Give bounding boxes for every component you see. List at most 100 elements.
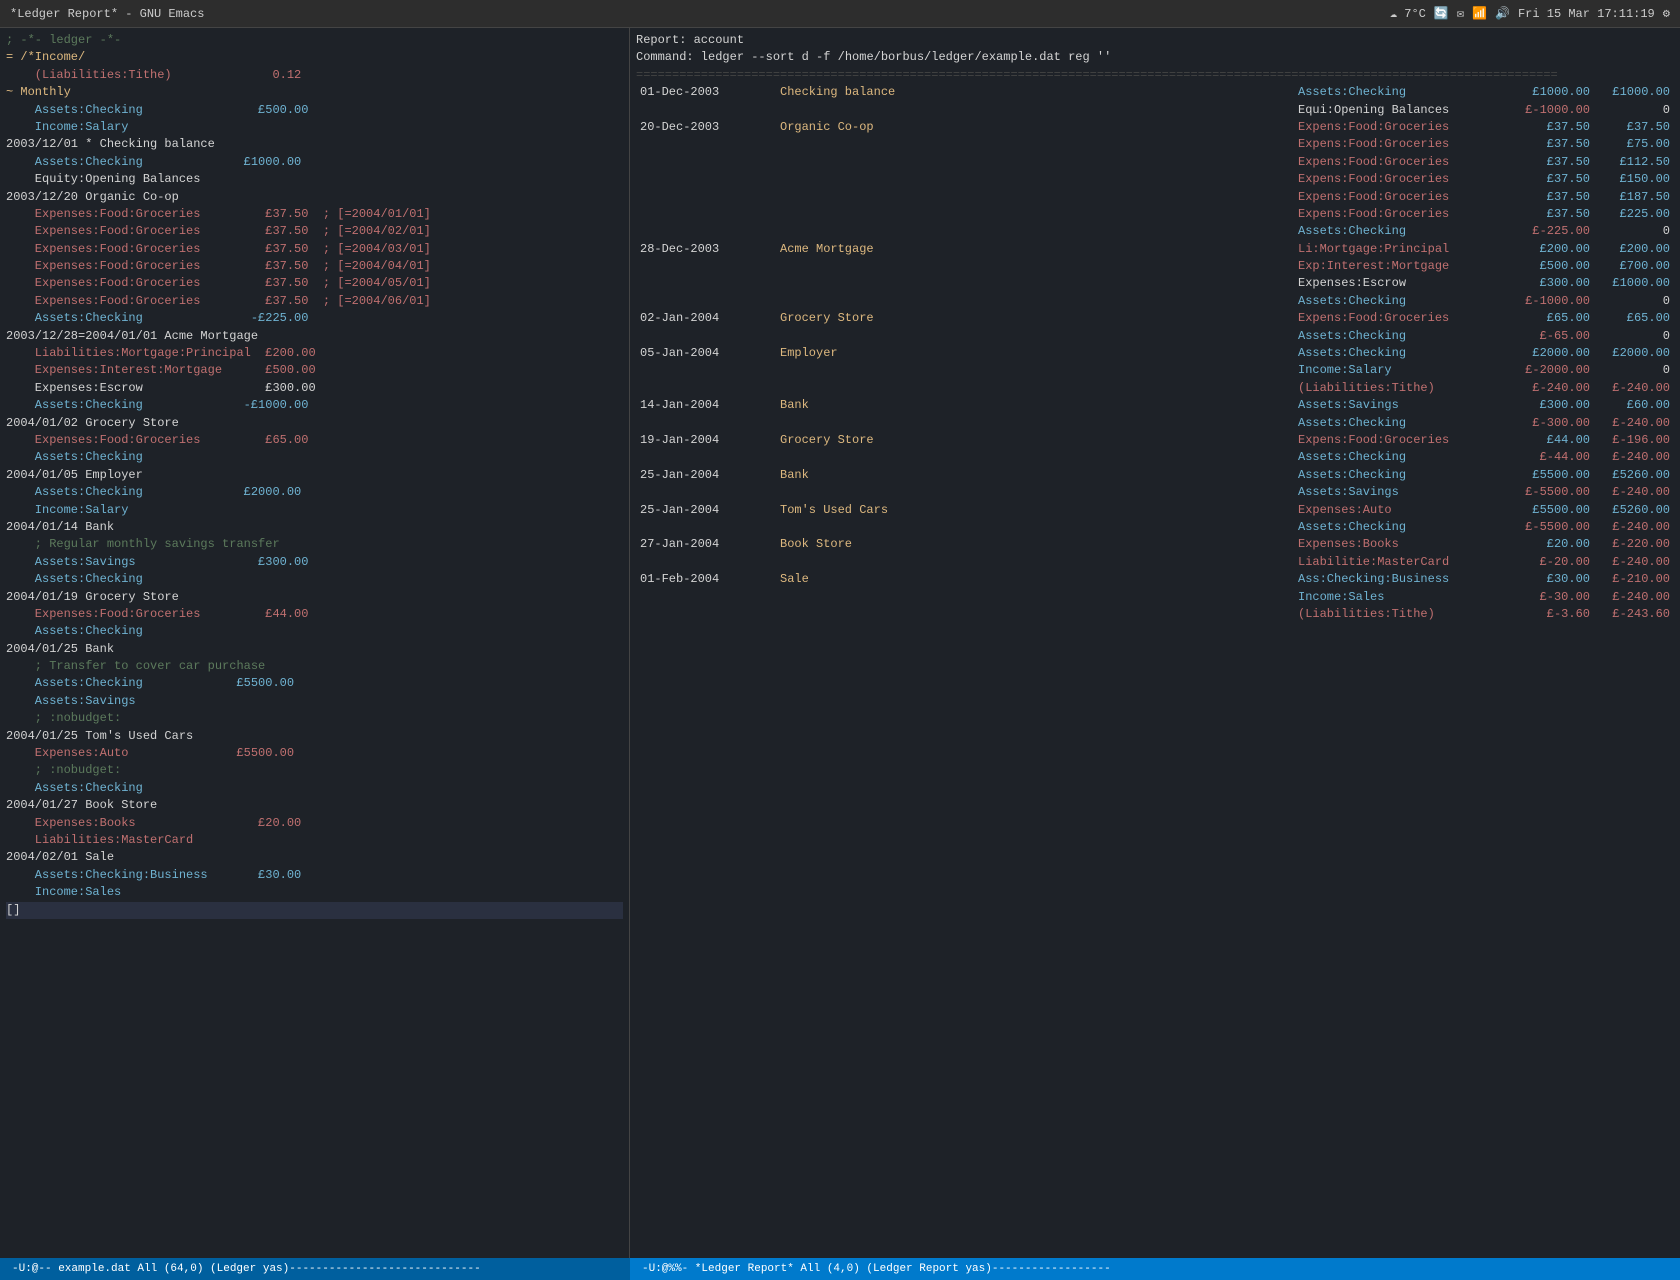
table-row: 01-Dec-2003Checking balanceAssets:Checki…	[636, 84, 1674, 101]
row-account: Assets:Checking	[1294, 415, 1514, 432]
row-amount: £-1000.00	[1514, 102, 1594, 119]
table-row: Liabilitie:MasterCard£-20.00£-240.00	[636, 554, 1674, 571]
editor-line: 2004/01/02 Grocery Store	[6, 415, 623, 432]
row-date	[636, 589, 776, 606]
editor-line: (Liabilities:Tithe) 0.12	[6, 67, 623, 84]
row-amount: £37.50	[1514, 136, 1594, 153]
row-name: Employer	[776, 345, 1294, 362]
row-date: 02-Jan-2004	[636, 310, 776, 327]
row-date	[636, 102, 776, 119]
row-amount: £-300.00	[1514, 415, 1594, 432]
row-account: Expens:Food:Groceries	[1294, 171, 1514, 188]
titlebar-right: ☁ 7°C 🔄 ✉ 📶 🔊 Fri 15 Mar 17:11:19 ⚙	[1390, 6, 1670, 21]
editor-line: Expenses:Food:Groceries £37.50 ; [=2004/…	[6, 206, 623, 223]
row-total: £-240.00	[1594, 415, 1674, 432]
editor-line: []	[6, 902, 623, 919]
row-account: Assets:Checking	[1294, 223, 1514, 240]
row-name: Sale	[776, 571, 1294, 588]
row-account: Expens:Food:Groceries	[1294, 119, 1514, 136]
row-date	[636, 206, 776, 223]
row-account: Expens:Food:Groceries	[1294, 136, 1514, 153]
row-total: £37.50	[1594, 119, 1674, 136]
table-row: (Liabilities:Tithe)£-240.00£-240.00	[636, 380, 1674, 397]
editor-line: Liabilities:MasterCard	[6, 832, 623, 849]
editor-line: 2004/01/27 Book Store	[6, 797, 623, 814]
editor-line: 2004/01/25 Bank	[6, 641, 623, 658]
row-date: 20-Dec-2003	[636, 119, 776, 136]
row-account: Assets:Checking	[1294, 293, 1514, 310]
row-total: £1000.00	[1594, 275, 1674, 292]
editor-line: 2004/02/01 Sale	[6, 849, 623, 866]
row-total: £5260.00	[1594, 502, 1674, 519]
row-amount: £300.00	[1514, 397, 1594, 414]
editor-line: 2003/12/20 Organic Co-op	[6, 189, 623, 206]
settings-icon[interactable]: ⚙	[1663, 6, 1670, 21]
table-row: 20-Dec-2003Organic Co-opExpens:Food:Groc…	[636, 119, 1674, 136]
row-amount: £30.00	[1514, 571, 1594, 588]
table-row: Expens:Food:Groceries£37.50£150.00	[636, 171, 1674, 188]
row-date	[636, 415, 776, 432]
row-total: £150.00	[1594, 171, 1674, 188]
row-amount: £37.50	[1514, 171, 1594, 188]
row-amount: £44.00	[1514, 432, 1594, 449]
row-account: Expens:Food:Groceries	[1294, 189, 1514, 206]
volume-icon[interactable]: 🔊	[1495, 6, 1510, 21]
report-separator: ========================================…	[636, 67, 1674, 84]
editor-line: Expenses:Escrow £300.00	[6, 380, 623, 397]
editor-line: Expenses:Food:Groceries £37.50 ; [=2004/…	[6, 223, 623, 240]
table-row: Income:Sales£-30.00£-240.00	[636, 589, 1674, 606]
row-amount: £-225.00	[1514, 223, 1594, 240]
row-name: Grocery Store	[776, 432, 1294, 449]
row-date	[636, 223, 776, 240]
table-row: Equi:Opening Balances£-1000.000	[636, 102, 1674, 119]
row-name: Checking balance	[776, 84, 1294, 101]
row-total: £-220.00	[1594, 536, 1674, 553]
row-name	[776, 380, 1294, 397]
editor-line: Income:Salary	[6, 502, 623, 519]
editor-line: Expenses:Food:Groceries £65.00	[6, 432, 623, 449]
row-total: £112.50	[1594, 154, 1674, 171]
row-name: Tom's Used Cars	[776, 502, 1294, 519]
row-account: Expenses:Auto	[1294, 502, 1514, 519]
editor-line: Assets:Checking	[6, 571, 623, 588]
row-name	[776, 102, 1294, 119]
row-total: £2000.00	[1594, 345, 1674, 362]
row-account: Assets:Checking	[1294, 328, 1514, 345]
row-account: Li:Mortgage:Principal	[1294, 241, 1514, 258]
row-name	[776, 258, 1294, 275]
left-editor-pane[interactable]: ; -*- ledger -*-= /*Income/ (Liabilities…	[0, 28, 630, 1258]
row-date	[636, 380, 776, 397]
row-amount: £-5500.00	[1514, 519, 1594, 536]
refresh-icon[interactable]: 🔄	[1434, 6, 1449, 21]
table-row: Assets:Checking£-44.00£-240.00	[636, 449, 1674, 466]
report-header: Report: account Command: ledger --sort d…	[636, 32, 1674, 84]
row-account: Expens:Food:Groceries	[1294, 206, 1514, 223]
row-total: £5260.00	[1594, 467, 1674, 484]
editor-line: Expenses:Interest:Mortgage £500.00	[6, 362, 623, 379]
row-total: £-240.00	[1594, 519, 1674, 536]
row-date: 25-Jan-2004	[636, 467, 776, 484]
row-amount: £37.50	[1514, 206, 1594, 223]
mail-icon[interactable]: ✉	[1457, 6, 1464, 21]
statusbar: -U:@-- example.dat All (64,0) (Ledger ya…	[0, 1258, 1680, 1280]
editor-line: = /*Income/	[6, 49, 623, 66]
row-amount: £65.00	[1514, 310, 1594, 327]
row-account: Exp:Interest:Mortgage	[1294, 258, 1514, 275]
table-row: Expens:Food:Groceries£37.50£225.00	[636, 206, 1674, 223]
row-amount: £-20.00	[1514, 554, 1594, 571]
table-row: 02-Jan-2004Grocery StoreExpens:Food:Groc…	[636, 310, 1674, 327]
row-date	[636, 362, 776, 379]
editor-line: Expenses:Food:Groceries £44.00	[6, 606, 623, 623]
table-row: Assets:Checking£-1000.000	[636, 293, 1674, 310]
row-name: Grocery Store	[776, 310, 1294, 327]
statusbar-right: -U:@%%- *Ledger Report* All (4,0) (Ledge…	[630, 1258, 1680, 1280]
editor-line: Assets:Checking -£225.00	[6, 310, 623, 327]
row-name	[776, 554, 1294, 571]
table-row: 28-Dec-2003Acme MortgageLi:Mortgage:Prin…	[636, 241, 1674, 258]
row-total: £65.00	[1594, 310, 1674, 327]
row-name: Bank	[776, 467, 1294, 484]
statusbar-left: -U:@-- example.dat All (64,0) (Ledger ya…	[0, 1258, 630, 1280]
row-name	[776, 275, 1294, 292]
table-row: (Liabilities:Tithe)£-3.60£-243.60	[636, 606, 1674, 623]
editor-line: Assets:Savings	[6, 693, 623, 710]
